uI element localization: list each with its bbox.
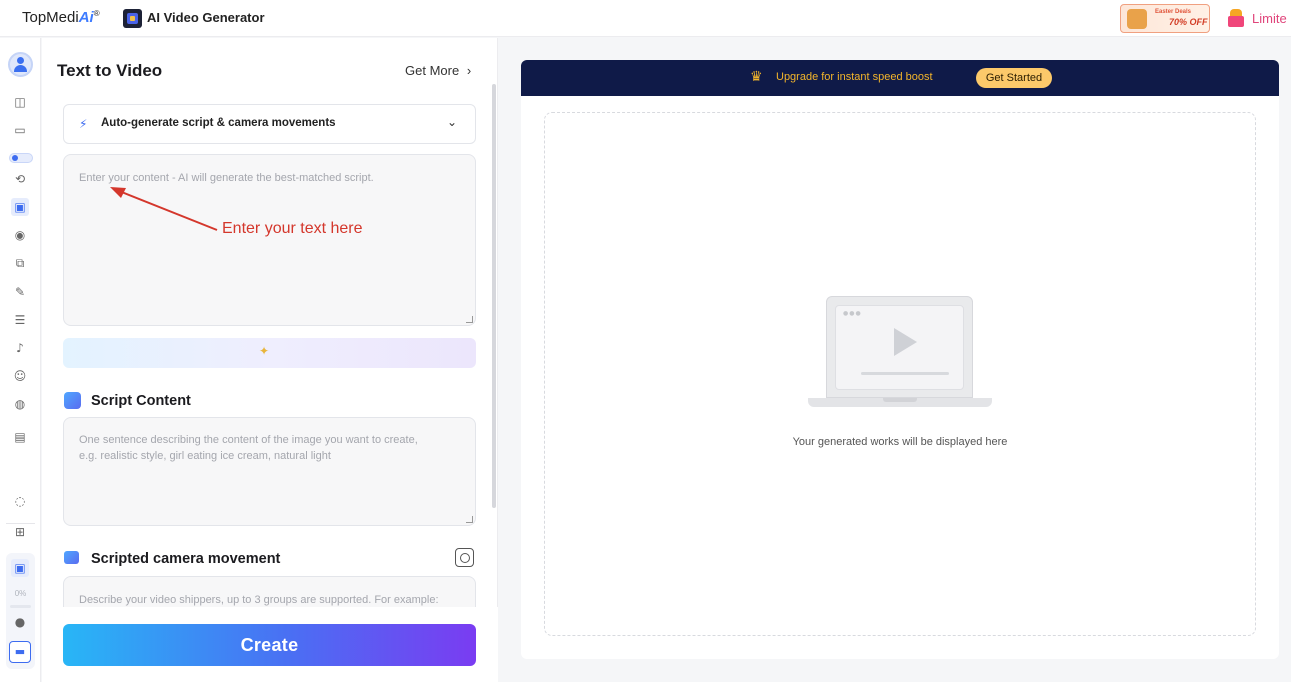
laptop-notch — [883, 398, 917, 402]
info-icon[interactable]: ● — [12, 614, 28, 630]
sparkle-icon: ✦ — [259, 344, 270, 358]
empty-state-text: Your generated works will be displayed h… — [792, 436, 1008, 448]
script-placeholder-line1: One sentence describing the content of t… — [79, 434, 418, 446]
document-icon[interactable]: ☰ — [12, 312, 28, 328]
create-button[interactable]: Create — [63, 624, 476, 666]
video-icon[interactable]: ▣ — [11, 198, 29, 216]
globe-icon[interactable]: ◍ — [12, 396, 28, 412]
limited-offer-link[interactable]: Limite — [1252, 11, 1287, 26]
folder-icon[interactable]: ▭ — [12, 122, 28, 138]
top-bar: TopMediAi® AI Video Generator Easter Dea… — [0, 0, 1291, 37]
upgrade-banner: ♛ Upgrade for instant speed boost Get St… — [521, 60, 1279, 96]
sidebar: ◫ ▭ ⟲ ▣ ◉ ⧉ ✎ ☰ ♪ ☺ ◍ ▤ ◌ ⊞ ▣ 0% ● ▬ — [0, 38, 41, 682]
resize-handle-icon[interactable] — [466, 516, 473, 523]
face-swap-icon[interactable]: ⟲ — [12, 171, 28, 187]
annotation-text: Enter your text here — [222, 220, 363, 237]
chat-icon[interactable]: ◌ — [12, 493, 28, 509]
camera-placeholder: Describe your video shippers, up to 3 gr… — [79, 594, 439, 606]
promo-top-text: Easter Deals — [1155, 9, 1192, 15]
brand-registered-mark: ® — [93, 9, 100, 18]
script-icon — [64, 392, 81, 409]
upgrade-text: Upgrade for instant speed boost — [776, 71, 933, 83]
pen-icon[interactable]: ✎ — [12, 284, 28, 300]
preview-area: ♛ Upgrade for instant speed boost Get St… — [521, 60, 1279, 659]
toggle-icon[interactable] — [9, 153, 33, 163]
microphone-icon[interactable]: ♪ — [12, 340, 28, 356]
play-icon — [894, 328, 917, 356]
generate-script-button[interactable]: ✦ — [63, 338, 476, 368]
crown-icon: ♛ — [750, 69, 763, 85]
brand-logo[interactable]: TopMediAi® — [22, 9, 100, 26]
gift-icon[interactable] — [1227, 8, 1245, 28]
text-to-video-panel: Text to Video Get More › ⚡ Auto-generate… — [42, 38, 498, 682]
toolbox-icon[interactable]: ▤ — [12, 429, 28, 445]
people-icon[interactable]: ☺ — [12, 368, 28, 384]
brand-prefix: TopMedi — [22, 9, 79, 26]
script-section-title: Script Content — [91, 393, 191, 409]
brand-ai: Ai — [78, 9, 94, 26]
promo-gift-icon — [1127, 9, 1147, 29]
panel-scrollbar[interactable] — [492, 84, 496, 508]
avatar-icon[interactable] — [8, 52, 33, 77]
card-icon[interactable]: ▬ — [9, 641, 31, 663]
promo-main-text: 70% OFF — [1169, 17, 1208, 27]
app-title: AI Video Generator — [147, 10, 265, 25]
annotation-arrow-icon — [110, 187, 218, 231]
image-icon[interactable]: ◫ — [12, 94, 28, 110]
camera-section-title: Scripted camera movement — [91, 551, 281, 567]
laptop-placeholder-icon: ●●● — [826, 296, 973, 398]
copy-icon[interactable]: ⧉ — [12, 255, 28, 271]
get-started-button[interactable]: Get Started — [976, 68, 1052, 88]
script-content-input[interactable]: One sentence describing the content of t… — [63, 417, 476, 526]
app-icon — [123, 9, 142, 28]
promo-badge[interactable]: Easter Deals 70% OFF — [1120, 4, 1210, 33]
task-icon[interactable]: ▣ — [11, 559, 29, 577]
create-area: Create — [42, 607, 498, 682]
audio-icon[interactable]: ◉ — [12, 227, 28, 243]
task-progress-percent: 0% — [14, 589, 27, 598]
apps-icon[interactable]: ⊞ — [12, 524, 28, 540]
task-progress-bar — [10, 605, 31, 608]
camera-preset-icon[interactable] — [455, 548, 474, 567]
camera-icon — [64, 551, 79, 564]
script-placeholder-line2: e.g. realistic style, girl eating ice cr… — [79, 450, 331, 462]
